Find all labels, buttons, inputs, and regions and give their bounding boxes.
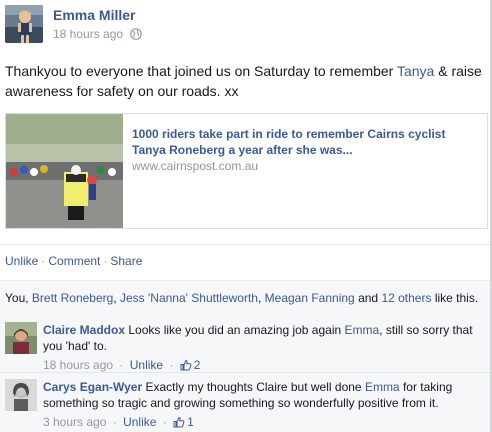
commenter-avatar[interactable] <box>5 379 37 411</box>
like-count-value: 1 <box>187 415 194 429</box>
post-text-before: Thankyou to everyone that joined us on S… <box>5 63 397 79</box>
divider <box>0 244 490 245</box>
like-count-value: 2 <box>193 358 201 372</box>
comment-like-count[interactable]: 1 <box>173 415 194 429</box>
comment-item: Carys Egan-Wyer Exactly my thoughts Clai… <box>0 373 490 432</box>
likes-comma: , <box>257 291 265 305</box>
liker-link[interactable]: Meagan Fanning <box>265 291 355 305</box>
likes-summary: You, Brett Roneberg, Jess 'Nanna' Shuttl… <box>0 280 490 314</box>
tagged-person-link[interactable]: Tanya <box>397 63 434 79</box>
comment-text-before: Exactly my thoughts Claire but well done <box>142 380 365 394</box>
globe-icon[interactable] <box>130 28 143 43</box>
author-avatar[interactable] <box>5 5 43 43</box>
comment-body: Claire Maddox Looks like you did an amaz… <box>43 322 483 375</box>
post-meta: 18 hours ago <box>53 27 143 43</box>
link-domain: www.cairnspost.com.au <box>132 159 259 173</box>
comment-text-before: Looks like you did an amazing job again <box>125 323 345 337</box>
liker-link[interactable]: Jess 'Nanna' Shuttleworth <box>120 291 258 305</box>
share-link[interactable]: Share <box>110 254 142 268</box>
commenter-name[interactable]: Carys Egan-Wyer <box>43 380 142 394</box>
likes-and: and <box>354 291 382 305</box>
separator: · <box>41 254 46 268</box>
comment-timestamp[interactable]: 3 hours ago <box>43 415 106 429</box>
comment-body: Carys Egan-Wyer Exactly my thoughts Clai… <box>43 379 483 432</box>
post-actions: Unlike · Comment · Share <box>5 254 142 268</box>
separator: · <box>162 415 167 429</box>
likes-sentence: You, Brett Roneberg, Jess 'Nanna' Shuttl… <box>5 291 478 305</box>
link-title[interactable]: 1000 riders take part in ride to remembe… <box>132 126 477 158</box>
separator: · <box>119 358 124 372</box>
comment-item: Claire Maddox Looks like you did an amaz… <box>0 314 490 372</box>
link-thumbnail[interactable] <box>6 114 123 228</box>
comment-link[interactable]: Comment <box>48 254 100 268</box>
likes-comma: , <box>113 291 120 305</box>
separator: · <box>103 254 108 268</box>
post-text: Thankyou to everyone that joined us on S… <box>5 61 483 101</box>
comment-unlike-link[interactable]: Unlike <box>123 415 156 429</box>
comment-timestamp[interactable]: 18 hours ago <box>43 358 113 372</box>
separator: · <box>169 358 174 372</box>
commenter-avatar[interactable] <box>5 322 37 354</box>
post-header: Emma Miller 18 hours ago <box>0 0 490 48</box>
mention-link[interactable]: Emma <box>365 380 400 394</box>
comment-meta: 3 hours ago · Unlike · 1 <box>43 414 483 432</box>
likes-suffix: like this. <box>431 291 479 305</box>
liker-link[interactable]: Brett Roneberg <box>32 291 113 305</box>
likes-others-link[interactable]: 12 others <box>381 291 431 305</box>
mention-link[interactable]: Emma <box>345 323 380 337</box>
thumbs-up-icon <box>173 416 185 432</box>
unlike-link[interactable]: Unlike <box>5 254 38 268</box>
author-name[interactable]: Emma Miller <box>53 7 135 23</box>
comment-like-count[interactable]: 2 <box>180 358 201 372</box>
link-preview-card[interactable]: 1000 riders take part in ride to remembe… <box>5 113 488 229</box>
likes-prefix: You, <box>5 291 32 305</box>
comment-unlike-link[interactable]: Unlike <box>130 358 163 372</box>
post-timestamp[interactable]: 18 hours ago <box>53 27 123 41</box>
commenter-name[interactable]: Claire Maddox <box>43 323 125 337</box>
separator: · <box>112 415 117 429</box>
